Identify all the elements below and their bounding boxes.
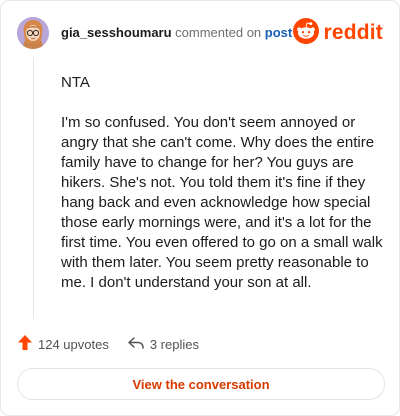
username-link[interactable]: gia_sesshoumaru bbox=[61, 25, 172, 40]
view-conversation-button[interactable]: View the conversation bbox=[17, 368, 385, 400]
comment-body: NTA I'm so confused. You don't seem anno… bbox=[61, 73, 385, 313]
user-avatar[interactable] bbox=[17, 17, 49, 49]
comment-header: gia_sesshoumaru commented on post bbox=[61, 25, 292, 41]
thread-line bbox=[33, 57, 34, 319]
upvote-count: 124 upvotes bbox=[38, 336, 109, 352]
comment-actions: 124 upvotes 3 replies bbox=[17, 334, 217, 354]
reply-arrow-icon bbox=[127, 336, 145, 353]
reddit-logo[interactable]: reddit bbox=[293, 17, 383, 49]
replies-button[interactable]: 3 replies bbox=[127, 336, 199, 353]
reddit-snoo-icon bbox=[293, 17, 320, 49]
upvote-button[interactable]: 124 upvotes bbox=[17, 334, 109, 354]
comment-paragraph: NTA bbox=[61, 74, 90, 91]
embedded-comment-card: gia_sesshoumaru commented on post reddit… bbox=[0, 0, 400, 416]
view-conversation-label: View the conversation bbox=[132, 376, 270, 392]
reply-count: 3 replies bbox=[149, 336, 199, 352]
upvote-arrow-icon bbox=[17, 334, 33, 354]
post-link[interactable]: post bbox=[265, 25, 292, 40]
comment-paragraph: I'm so confused. You don't seem annoyed … bbox=[61, 114, 383, 291]
action-text: commented on bbox=[175, 25, 262, 40]
reddit-wordmark: reddit bbox=[323, 21, 383, 44]
